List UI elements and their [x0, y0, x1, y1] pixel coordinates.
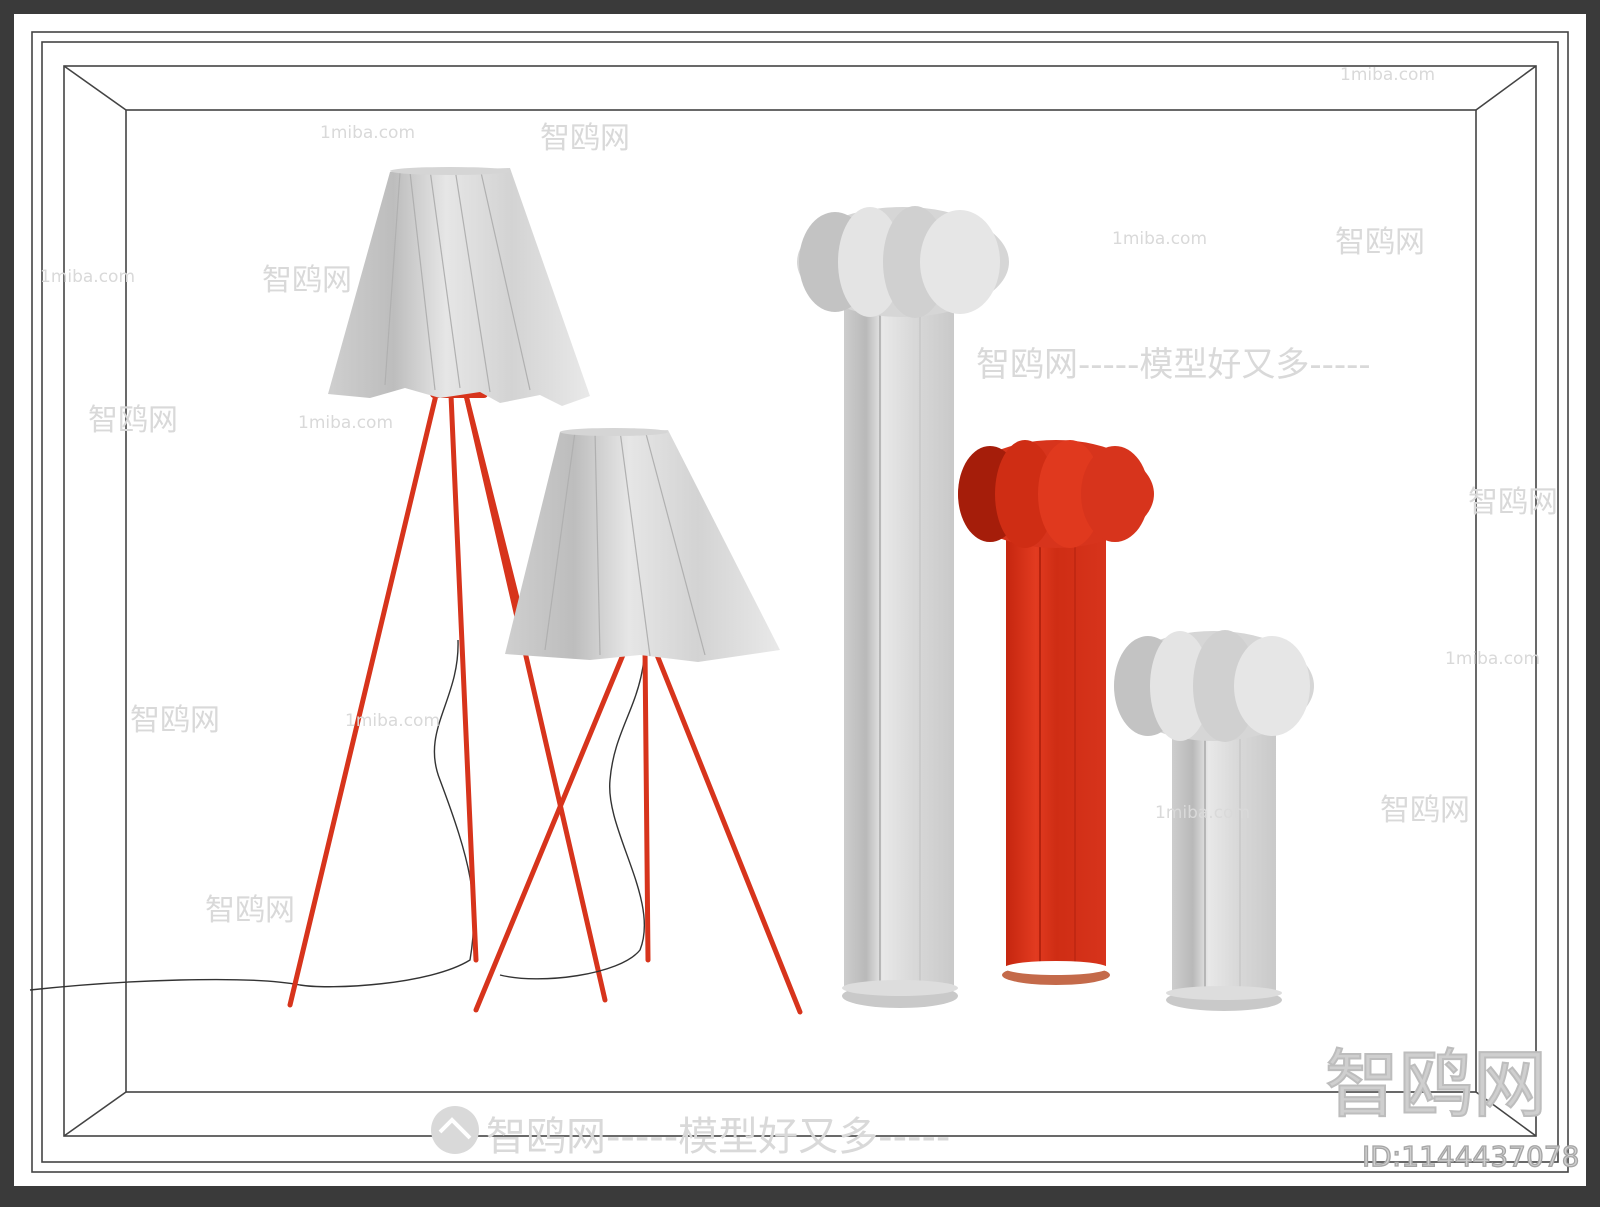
id-label: ID:1144437078	[1362, 1140, 1579, 1173]
watermark-brand-text: 智鸥网	[88, 403, 178, 438]
watermark-site-text: 1miba.com	[1155, 803, 1250, 823]
watermark-site-text: 1miba.com	[298, 413, 393, 433]
pillar-cap	[958, 440, 1154, 548]
watermark-site-text: 1miba.com	[1340, 65, 1435, 85]
watermark-site-text: 1miba.com	[1112, 229, 1207, 249]
watermark-brand-text: 智鸥网	[540, 121, 630, 156]
watermark-brand-text: 智鸥网	[1335, 225, 1425, 260]
watermark-slogan-text: 智鸥网-----模型好又多-----	[976, 345, 1371, 385]
pillar-cap	[797, 206, 1009, 318]
watermark-site-text: 1miba.com	[320, 123, 415, 143]
watermark-logo-icon	[431, 1106, 479, 1154]
watermark-slogan-text: 智鸥网-----模型好又多-----	[486, 1114, 950, 1160]
watermark-site-text: 1miba.com	[1445, 649, 1540, 669]
corner-logo-text: 智鸥网	[1325, 1042, 1547, 1128]
watermark-brand-text: 智鸥网	[262, 263, 352, 298]
watermark-site-text: 1miba.com	[345, 711, 440, 731]
watermark-brand-text: 智鸥网	[130, 703, 220, 738]
watermark-site-text: 1miba.com	[40, 267, 135, 287]
watermark-brand-text: 智鸥网	[1468, 485, 1558, 520]
pillar-cap	[1114, 630, 1314, 742]
render-canvas: 1miba.com 1miba.com 1miba.com 1miba.com …	[14, 14, 1586, 1186]
watermark-brand-text: 智鸥网	[205, 893, 295, 928]
watermark-brand-text: 智鸥网	[1380, 793, 1470, 828]
